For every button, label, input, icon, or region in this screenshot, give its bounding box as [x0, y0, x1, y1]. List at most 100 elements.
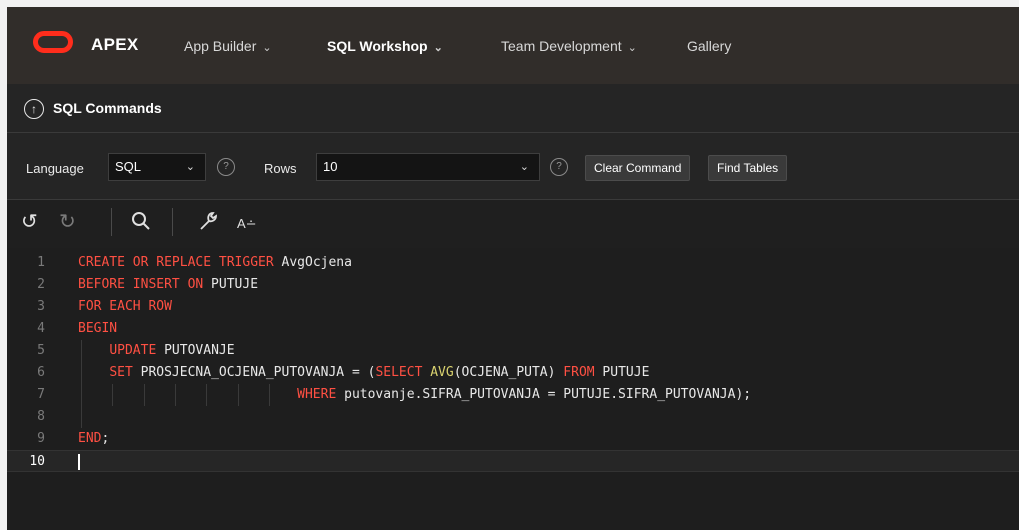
indent-guide: [81, 362, 82, 384]
rows-help-icon[interactable]: ?: [550, 158, 568, 176]
undo-icon[interactable]: ↺: [21, 210, 38, 234]
code-token: AvgOcjena: [273, 255, 352, 270]
oracle-logo-icon[interactable]: [33, 31, 73, 53]
indent-guide: [81, 340, 82, 362]
sql-keyword: WHERE: [297, 387, 337, 402]
language-select[interactable]: SQL ⌄: [108, 153, 206, 181]
search-icon-glyph: [132, 212, 150, 230]
indent-guide: [237, 384, 239, 406]
code-line[interactable]: 8: [7, 406, 1019, 428]
code-token: PUTUJE: [203, 277, 259, 292]
code-line[interactable]: 3 FOR EACH ROW: [7, 296, 1019, 318]
code-line[interactable]: 4 BEGIN: [7, 318, 1019, 340]
line-number: 5: [37, 343, 45, 358]
nav-gallery[interactable]: Gallery: [687, 38, 731, 54]
nav-app-builder[interactable]: App Builder ⌄: [184, 38, 272, 54]
nav-team-development[interactable]: Team Development ⌄: [501, 38, 637, 54]
nav-app-builder-label: App Builder: [184, 38, 257, 54]
sql-keyword: SELECT: [375, 365, 423, 380]
sql-function: AVG: [430, 365, 454, 380]
code-text: CREATE OR REPLACE TRIGGER AvgOcjena: [78, 252, 352, 274]
line-number: 3: [37, 299, 45, 314]
page-title-bar: ↑ SQL Commands: [7, 84, 1019, 133]
code-text: WHERE putovanje.SIFRA_PUTOVANJA = PUTUJE…: [78, 384, 751, 406]
code-text: SET PROSJECNA_OCJENA_PUTOVANJA = (SELECT…: [78, 362, 649, 384]
sql-keyword: FROM: [563, 365, 595, 380]
code-line[interactable]: 7 WHERE putovanje.SIFRA_PUTOVANJA = PUTU…: [7, 384, 1019, 406]
line-number: 2: [37, 277, 45, 292]
format-code-icon[interactable]: A∸: [237, 212, 257, 236]
code-token: putovanje.SIFRA_PUTOVANJA = PUTUJE.SIFRA…: [336, 387, 752, 402]
chevron-down-icon: ⌄: [627, 42, 637, 54]
code-text: BEGIN: [78, 318, 117, 340]
sql-keyword: FOR EACH ROW: [78, 299, 172, 314]
brand-name[interactable]: APEX: [91, 35, 139, 55]
nav-sql-workshop-label: SQL Workshop: [327, 38, 428, 54]
indent-guide: [81, 406, 82, 428]
redo-icon[interactable]: ↻: [59, 210, 76, 234]
toolbar-divider: [111, 208, 112, 236]
code-line[interactable]: 1 CREATE OR REPLACE TRIGGER AvgOcjena: [7, 252, 1019, 274]
command-toolbar: Language SQL ⌄ ? Rows 10 ⌄ ? Clear Comma…: [7, 133, 1019, 200]
chevron-down-icon: ⌄: [519, 161, 529, 173]
top-navigation-bar: APEX App Builder ⌄ SQL Workshop ⌄ Team Dev…: [7, 0, 1019, 84]
sql-keyword: TRIGGER: [218, 255, 274, 270]
toolbar-divider: [172, 208, 173, 236]
code-token: PUTOVANJE: [156, 343, 235, 358]
line-number: 7: [37, 387, 45, 402]
chevron-down-icon: ⌄: [185, 161, 195, 173]
code-text: UPDATE PUTOVANJE: [78, 340, 235, 362]
code-line[interactable]: 9 END;: [7, 428, 1019, 450]
nav-team-development-label: Team Development: [501, 38, 622, 54]
line-number: 8: [37, 409, 45, 424]
language-help-icon[interactable]: ?: [217, 158, 235, 176]
line-number: 6: [37, 365, 45, 380]
wrench-icon[interactable]: [197, 210, 219, 238]
code-token: (OCJENA_PUTA): [453, 365, 564, 380]
arrow-up-icon[interactable]: ↑: [24, 99, 44, 119]
code-line[interactable]: 2 BEFORE INSERT ON PUTUJE: [7, 274, 1019, 296]
nav-gallery-label: Gallery: [687, 38, 732, 54]
apex-app: APEX App Builder ⌄ SQL Workshop ⌄ Team Dev…: [7, 0, 1019, 530]
code-line[interactable]: 6 SET PROSJECNA_OCJENA_PUTOVANJA = (SELE…: [7, 362, 1019, 384]
code-token: PUTUJE: [594, 365, 650, 380]
code-line[interactable]: 10: [7, 450, 1019, 472]
code-token: PROSJECNA_OCJENA_PUTOVANJA = (: [132, 365, 376, 380]
wrench-icon-glyph: [200, 212, 217, 230]
indent-guide: [143, 384, 145, 406]
sql-keyword: BEGIN: [78, 321, 118, 336]
sql-keyword: SET: [109, 365, 133, 380]
chevron-down-icon: ⌄: [433, 42, 443, 54]
language-label: Language: [26, 161, 84, 176]
indent-guide: [206, 384, 208, 406]
line-number: 4: [37, 321, 45, 336]
line-number: 9: [37, 431, 45, 446]
indent-guide: [268, 384, 270, 406]
line-number: 10: [29, 454, 45, 469]
code-text: BEFORE INSERT ON PUTUJE: [78, 274, 258, 296]
code-text: FOR EACH ROW: [78, 296, 172, 318]
editor-toolbar: ↺ ↻ A∸: [7, 200, 1019, 244]
code-line[interactable]: 5 UPDATE PUTOVANJE: [7, 340, 1019, 362]
chevron-down-icon: ⌄: [262, 42, 272, 54]
find-tables-button[interactable]: Find Tables: [708, 155, 788, 181]
language-select-value: SQL: [115, 159, 142, 174]
rows-select[interactable]: 10 ⌄: [316, 153, 540, 181]
search-icon[interactable]: [131, 210, 151, 238]
line-number: 1: [37, 255, 45, 270]
sql-code-editor[interactable]: 1 CREATE OR REPLACE TRIGGER AvgOcjena 2 BEF…: [7, 248, 1019, 530]
indent-guide: [174, 384, 176, 406]
rows-select-value: 10: [323, 159, 338, 174]
sql-keyword: END: [78, 431, 102, 446]
sql-keyword: BEFORE INSERT ON: [78, 277, 204, 292]
clear-command-button[interactable]: Clear Command: [585, 155, 691, 181]
indent-guide: [112, 384, 114, 406]
sql-keyword: CREATE OR REPLACE: [78, 255, 219, 270]
nav-sql-workshop[interactable]: SQL Workshop ⌄: [327, 38, 443, 54]
rows-label: Rows: [264, 161, 297, 176]
code-token: ;: [101, 431, 110, 446]
code-text: END;: [78, 428, 109, 450]
